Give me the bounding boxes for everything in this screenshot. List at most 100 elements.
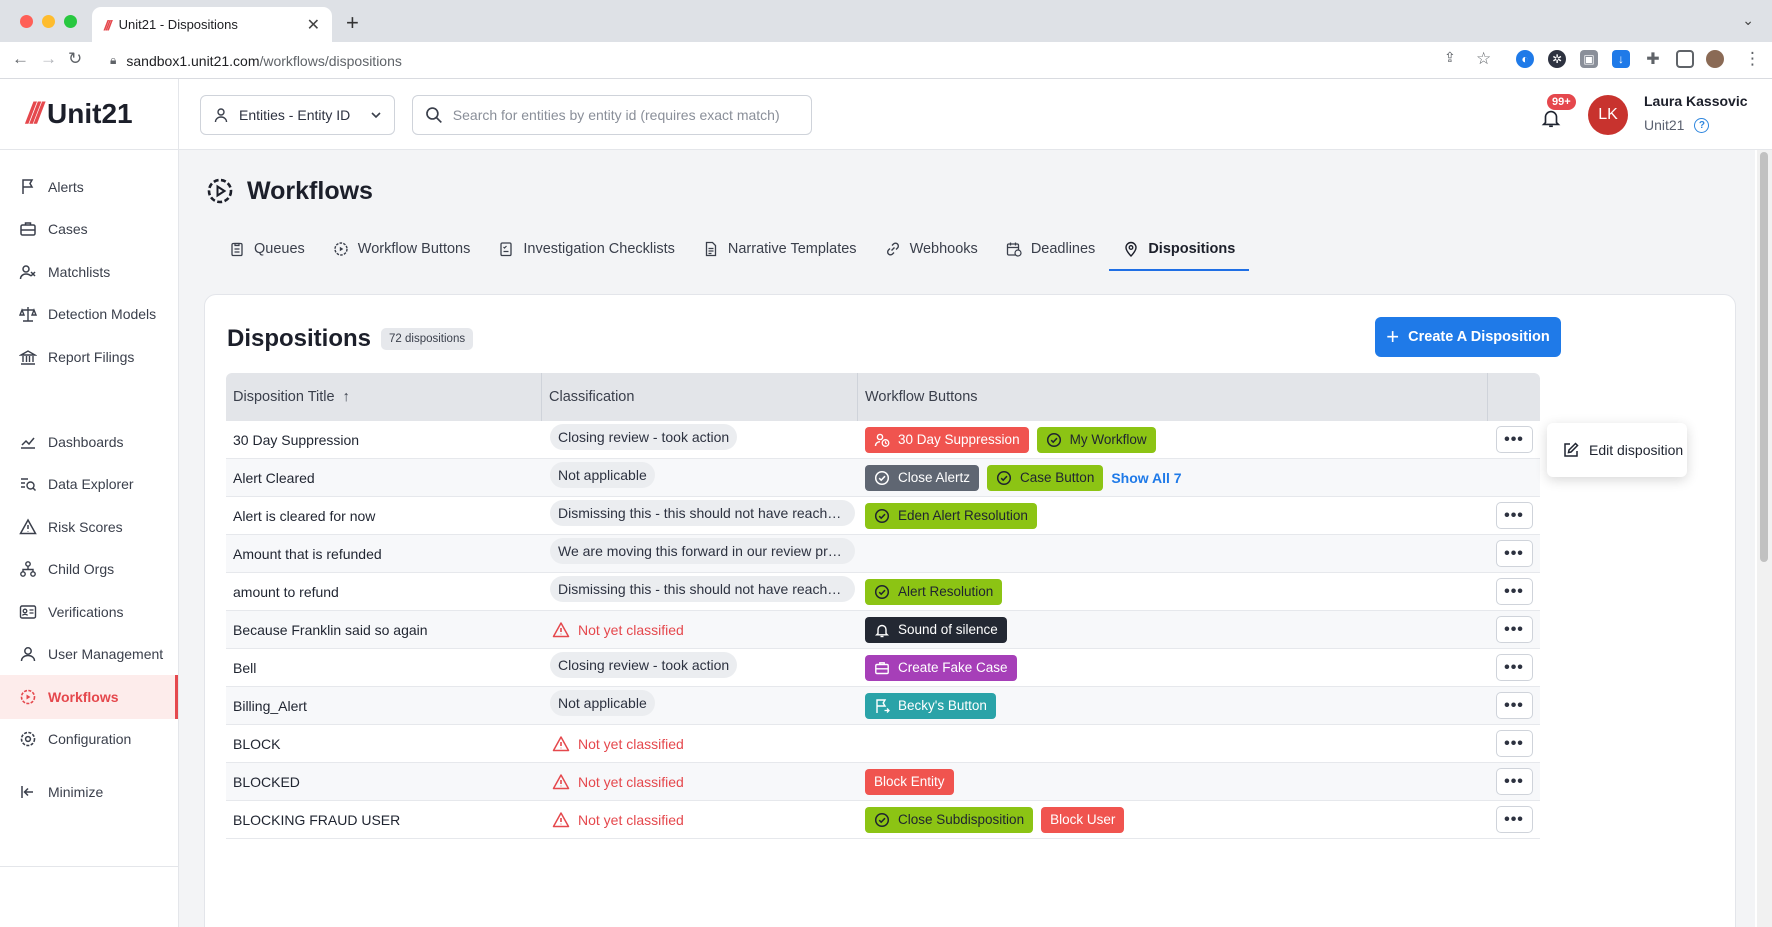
sidebar-item-detection-models[interactable]: Detection Models <box>0 292 178 336</box>
extension-gear-icon[interactable]: ✲ <box>1548 50 1566 68</box>
workflow-button-label: Create Fake Case <box>898 660 1008 675</box>
table-row[interactable]: Alert Cleared Not applicable Close Alertz C… <box>226 459 1540 497</box>
workflow-button-tag[interactable]: My Workflow <box>1036 426 1156 453</box>
tab-narrative-templates[interactable]: Narrative Templates <box>689 227 871 271</box>
workflow-button-tag[interactable]: Sound of silence <box>865 616 1007 643</box>
table-row[interactable]: Bell Closing review - took action Create F… <box>226 649 1540 687</box>
browser-tab[interactable]: /// Unit21 - Dispositions ✕ <box>92 7 332 42</box>
classification-cell: Not applicable <box>542 462 858 493</box>
column-header-title[interactable]: Disposition Title ↑ <box>226 373 542 421</box>
share-icon[interactable]: ⇪ <box>1444 49 1456 66</box>
tab-webhooks[interactable]: Webhooks <box>871 227 992 271</box>
table-row[interactable]: BLOCK Not yet classified ••• <box>226 725 1540 763</box>
table-row[interactable]: 30 Day Suppression Closing review - took … <box>226 421 1540 459</box>
sidebar-item-child-orgs[interactable]: Child Orgs <box>0 547 178 591</box>
table-row[interactable]: amount to refund Dismissing this - this s… <box>226 573 1540 611</box>
more-actions-button[interactable]: ••• <box>1495 730 1533 757</box>
new-tab-icon[interactable]: + <box>346 10 359 36</box>
download-icon[interactable]: ↓ <box>1612 50 1630 68</box>
entity-type-select[interactable]: Entities - Entity ID <box>200 95 395 135</box>
workflow-button-tag[interactable]: Block Entity <box>865 768 954 795</box>
forward-arrow-icon[interactable]: → <box>40 49 57 69</box>
page-scrollbar[interactable] <box>1757 150 1772 927</box>
workflow-button-tag[interactable]: Create Fake Case <box>865 654 1017 681</box>
sidebar-item-workflows[interactable]: Workflows <box>0 675 178 719</box>
workflow-button-tag[interactable]: Close Alertz <box>865 464 980 491</box>
tab-label: Investigation Checklists <box>523 241 675 257</box>
tab-investigation-checklists[interactable]: Investigation Checklists <box>484 227 689 271</box>
extension-box-icon[interactable]: ▣ <box>1580 50 1598 68</box>
help-icon[interactable]: ? <box>1694 117 1710 133</box>
actions-cell: ••• <box>1488 616 1540 643</box>
workflow-button-label: Case Button <box>1020 470 1095 485</box>
more-actions-button[interactable]: ••• <box>1495 654 1533 681</box>
show-all-link[interactable]: Show All 7 <box>1111 470 1181 486</box>
tab-search-chevron-icon[interactable]: ⌄ <box>1742 12 1754 29</box>
user-name[interactable]: Laura Kassovic <box>1644 93 1748 109</box>
sidebar-item-configuration[interactable]: Configuration <box>0 717 178 761</box>
table-row[interactable]: Because Franklin said so again Not yet cl… <box>226 611 1540 649</box>
sidebar-item-report-filings[interactable]: Report Filings <box>0 335 178 379</box>
reload-icon[interactable]: ↻ <box>68 49 82 69</box>
sidebar-item-risk-scores[interactable]: Risk Scores <box>0 505 178 549</box>
workflow-button-tag[interactable]: Block User <box>1041 806 1125 833</box>
more-actions-button[interactable]: ••• <box>1495 768 1533 795</box>
tab-dispositions[interactable]: Dispositions <box>1109 227 1250 271</box>
entity-search[interactable] <box>412 95 812 135</box>
workflow-button-tag[interactable]: 30 Day Suppression <box>865 426 1029 453</box>
browser-menu-icon[interactable]: ⋮ <box>1744 49 1761 69</box>
bookmark-star-icon[interactable]: ☆ <box>1476 49 1491 69</box>
sidebar-item-verifications[interactable]: Verifications <box>0 590 178 634</box>
search-input[interactable] <box>452 107 799 123</box>
notifications-button[interactable]: 99+ <box>1540 94 1576 131</box>
more-actions-button[interactable]: ••• <box>1495 578 1533 605</box>
table-row[interactable]: Billing_Alert Not applicable Becky's Butto… <box>226 687 1540 725</box>
workflow-button-label: My Workflow <box>1069 432 1147 447</box>
more-actions-button[interactable]: ••• <box>1495 692 1533 719</box>
edit-disposition-option[interactable]: Edit disposition <box>1589 442 1683 458</box>
address-bar[interactable]: 🔒︎ sandbox1.unit21.com/workflows/disposi… <box>110 47 1465 74</box>
sidebar-item-matchlists[interactable]: Matchlists <box>0 250 178 294</box>
unit21-logo[interactable]: /// Unit21 <box>26 97 133 131</box>
sidebar-item-user-management[interactable]: User Management <box>0 632 178 676</box>
maximize-window-button[interactable] <box>64 15 77 28</box>
tab-workflow-buttons[interactable]: Workflow Buttons <box>319 227 485 271</box>
sidebar-item-dashboards[interactable]: Dashboards <box>0 420 178 464</box>
scrollbar-thumb[interactable] <box>1760 152 1768 562</box>
sidebar-item-data-explorer[interactable]: Data Explorer <box>0 462 178 506</box>
workflow-button-tag[interactable]: Case Button <box>987 464 1104 491</box>
table-row[interactable]: BLOCKED Not yet classified Block Entity ••• <box>226 763 1540 801</box>
table-row[interactable]: Alert is cleared for now Dismissing this … <box>226 497 1540 535</box>
workflow-button-tag[interactable]: Becky's Button <box>865 692 996 719</box>
tab-queues[interactable]: Queues <box>215 227 319 271</box>
close-window-button[interactable] <box>20 15 33 28</box>
workflow-button-tag[interactable]: Eden Alert Resolution <box>865 502 1037 529</box>
workflow-button-tag[interactable]: Alert Resolution <box>865 578 1003 605</box>
create-disposition-button[interactable]: + Create A Disposition <box>1375 317 1561 357</box>
tab-deadlines[interactable]: Deadlines <box>992 227 1110 271</box>
column-header-classification[interactable]: Classification <box>542 373 858 421</box>
sidebar-minimize-button[interactable]: Minimize <box>0 770 178 814</box>
more-actions-button[interactable]: ••• <box>1495 540 1533 567</box>
warning-icon <box>552 735 570 751</box>
workflow-button-tag[interactable]: Close Subdisposition <box>865 806 1034 833</box>
puzzle-icon[interactable]: ✚ <box>1644 50 1662 68</box>
table-row[interactable]: Amount that is refunded We are moving thi… <box>226 535 1540 573</box>
avatar[interactable]: LK <box>1588 95 1628 135</box>
table-row[interactable]: BLOCKING FRAUD USER Not yet classified Clo… <box>226 801 1540 839</box>
more-actions-button[interactable]: ••• <box>1495 426 1533 453</box>
more-actions-button[interactable]: ••• <box>1495 806 1533 833</box>
more-actions-button[interactable]: ••• <box>1495 616 1533 643</box>
close-tab-icon[interactable]: ✕ <box>307 15 320 35</box>
profile-avatar-icon[interactable] <box>1706 50 1724 68</box>
classification-cell: Not applicable <box>542 690 858 721</box>
extension-icon[interactable]: ◐ <box>1516 50 1534 68</box>
sidepanel-icon[interactable] <box>1676 50 1694 68</box>
sidebar-item-cases[interactable]: Cases <box>0 207 178 251</box>
sidebar-item-alerts[interactable]: Alerts <box>0 165 178 209</box>
sidebar-item-label: Risk Scores <box>48 519 123 535</box>
more-actions-button[interactable]: ••• <box>1495 502 1533 529</box>
column-header-workflow-buttons[interactable]: Workflow Buttons <box>858 373 1488 421</box>
minimize-window-button[interactable] <box>42 15 55 28</box>
back-arrow-icon[interactable]: ← <box>12 49 29 69</box>
